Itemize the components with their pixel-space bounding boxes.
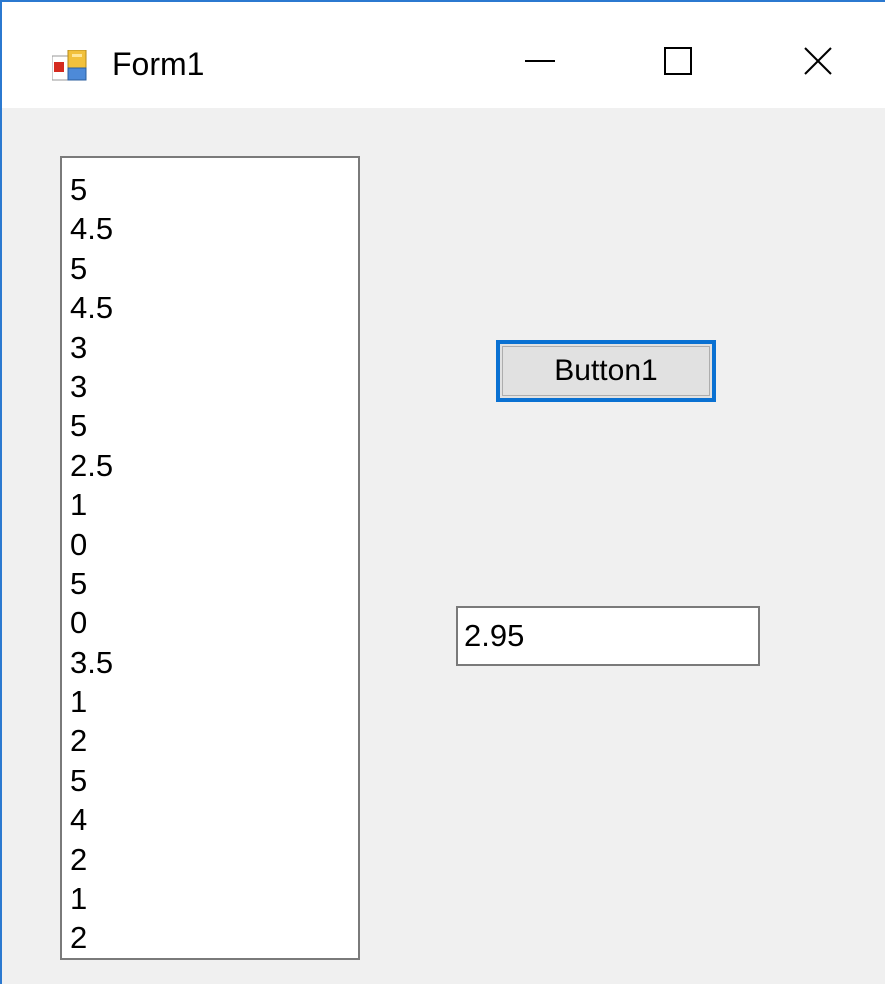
list-item[interactable]: 0 bbox=[62, 603, 358, 642]
minimize-button[interactable] bbox=[500, 30, 580, 96]
close-icon bbox=[801, 44, 835, 83]
button1[interactable]: Button1 bbox=[496, 340, 716, 402]
list-item[interactable]: 4.5 bbox=[62, 288, 358, 327]
list-item[interactable]: 3 bbox=[62, 367, 358, 406]
list-item[interactable]: 3 bbox=[62, 328, 358, 367]
list-item[interactable]: 0 bbox=[62, 525, 358, 564]
close-button[interactable] bbox=[778, 30, 858, 96]
list-item[interactable]: 1 bbox=[62, 485, 358, 524]
list-item[interactable]: 2 bbox=[62, 840, 358, 879]
minimize-icon bbox=[523, 44, 557, 83]
app-form-icon bbox=[51, 49, 88, 82]
list-item[interactable]: 1 bbox=[62, 682, 358, 721]
list-item[interactable]: 5 bbox=[62, 564, 358, 603]
title-bar[interactable]: Form1 bbox=[2, 2, 885, 108]
list-item[interactable]: 5 bbox=[62, 406, 358, 445]
list-item[interactable]: 2.5 bbox=[62, 446, 358, 485]
button1-label: Button1 bbox=[554, 354, 658, 387]
form1-window: Form1 5 4.5 5 4.5 3 3 5 2.5 1 0 5 0 3.5 … bbox=[0, 0, 885, 984]
list-item[interactable]: 2 bbox=[62, 918, 358, 957]
list-item[interactable]: 5 bbox=[62, 249, 358, 288]
list-item[interactable]: 1 bbox=[62, 879, 358, 918]
list-item[interactable]: 4 bbox=[62, 800, 358, 839]
window-title: Form1 bbox=[112, 46, 205, 82]
list-item[interactable]: 5 bbox=[62, 170, 358, 209]
values-listbox[interactable]: 5 4.5 5 4.5 3 3 5 2.5 1 0 5 0 3.5 1 2 5 … bbox=[60, 156, 360, 960]
list-item[interactable]: 4.5 bbox=[62, 209, 358, 248]
maximize-button[interactable] bbox=[638, 30, 718, 96]
form-client-area: 5 4.5 5 4.5 3 3 5 2.5 1 0 5 0 3.5 1 2 5 … bbox=[2, 108, 885, 984]
list-item[interactable]: 2 bbox=[62, 721, 358, 760]
list-item[interactable]: 3.5 bbox=[62, 643, 358, 682]
maximize-icon bbox=[661, 44, 695, 83]
list-item[interactable]: 5 bbox=[62, 761, 358, 800]
result-textbox[interactable] bbox=[456, 606, 760, 666]
